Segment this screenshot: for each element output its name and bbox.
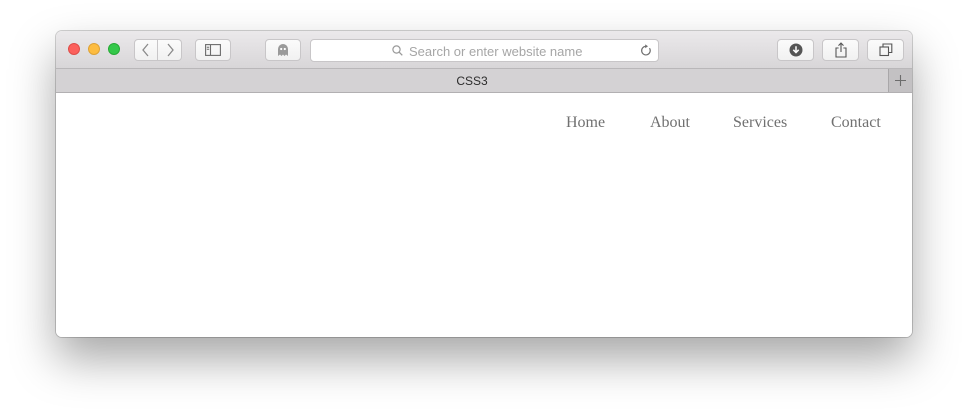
forward-button[interactable] xyxy=(158,39,182,61)
active-tab[interactable]: CSS3 xyxy=(56,74,888,88)
close-icon[interactable] xyxy=(68,43,80,55)
sidebar-icon xyxy=(205,44,221,56)
reload-icon[interactable] xyxy=(640,44,652,57)
back-button[interactable] xyxy=(134,39,158,61)
browser-toolbar: Search or enter website name xyxy=(56,31,912,69)
main-nav: Home About Services Contact xyxy=(56,114,912,138)
downloads-button[interactable] xyxy=(777,39,814,61)
search-icon xyxy=(392,45,403,56)
new-tab-button[interactable] xyxy=(888,69,912,92)
nav-link-about[interactable]: About xyxy=(650,114,690,132)
zoom-icon[interactable] xyxy=(108,43,120,55)
download-icon xyxy=(789,43,802,57)
address-placeholder: Search or enter website name xyxy=(409,44,583,59)
tab-bar: CSS3 xyxy=(56,69,912,93)
tabs-icon xyxy=(878,43,892,57)
share-button[interactable] xyxy=(822,39,859,61)
sidebar-button[interactable] xyxy=(195,39,231,61)
ghost-icon xyxy=(278,44,288,56)
address-bar[interactable]: Search or enter website name xyxy=(310,39,659,62)
nav-link-services[interactable]: Services xyxy=(733,114,787,132)
minimize-icon[interactable] xyxy=(88,43,100,55)
back-icon xyxy=(142,43,149,57)
ghost-extension-button[interactable] xyxy=(265,39,301,61)
browser-window: Search or enter website name CSS3 Home A… xyxy=(56,31,912,337)
tab-overview-button[interactable] xyxy=(867,39,904,61)
page-content: Home About Services Contact xyxy=(56,93,912,337)
nav-link-home[interactable]: Home xyxy=(566,114,605,132)
plus-icon xyxy=(895,75,906,86)
forward-icon xyxy=(167,43,174,57)
share-icon xyxy=(834,42,847,58)
nav-link-contact[interactable]: Contact xyxy=(831,114,881,132)
